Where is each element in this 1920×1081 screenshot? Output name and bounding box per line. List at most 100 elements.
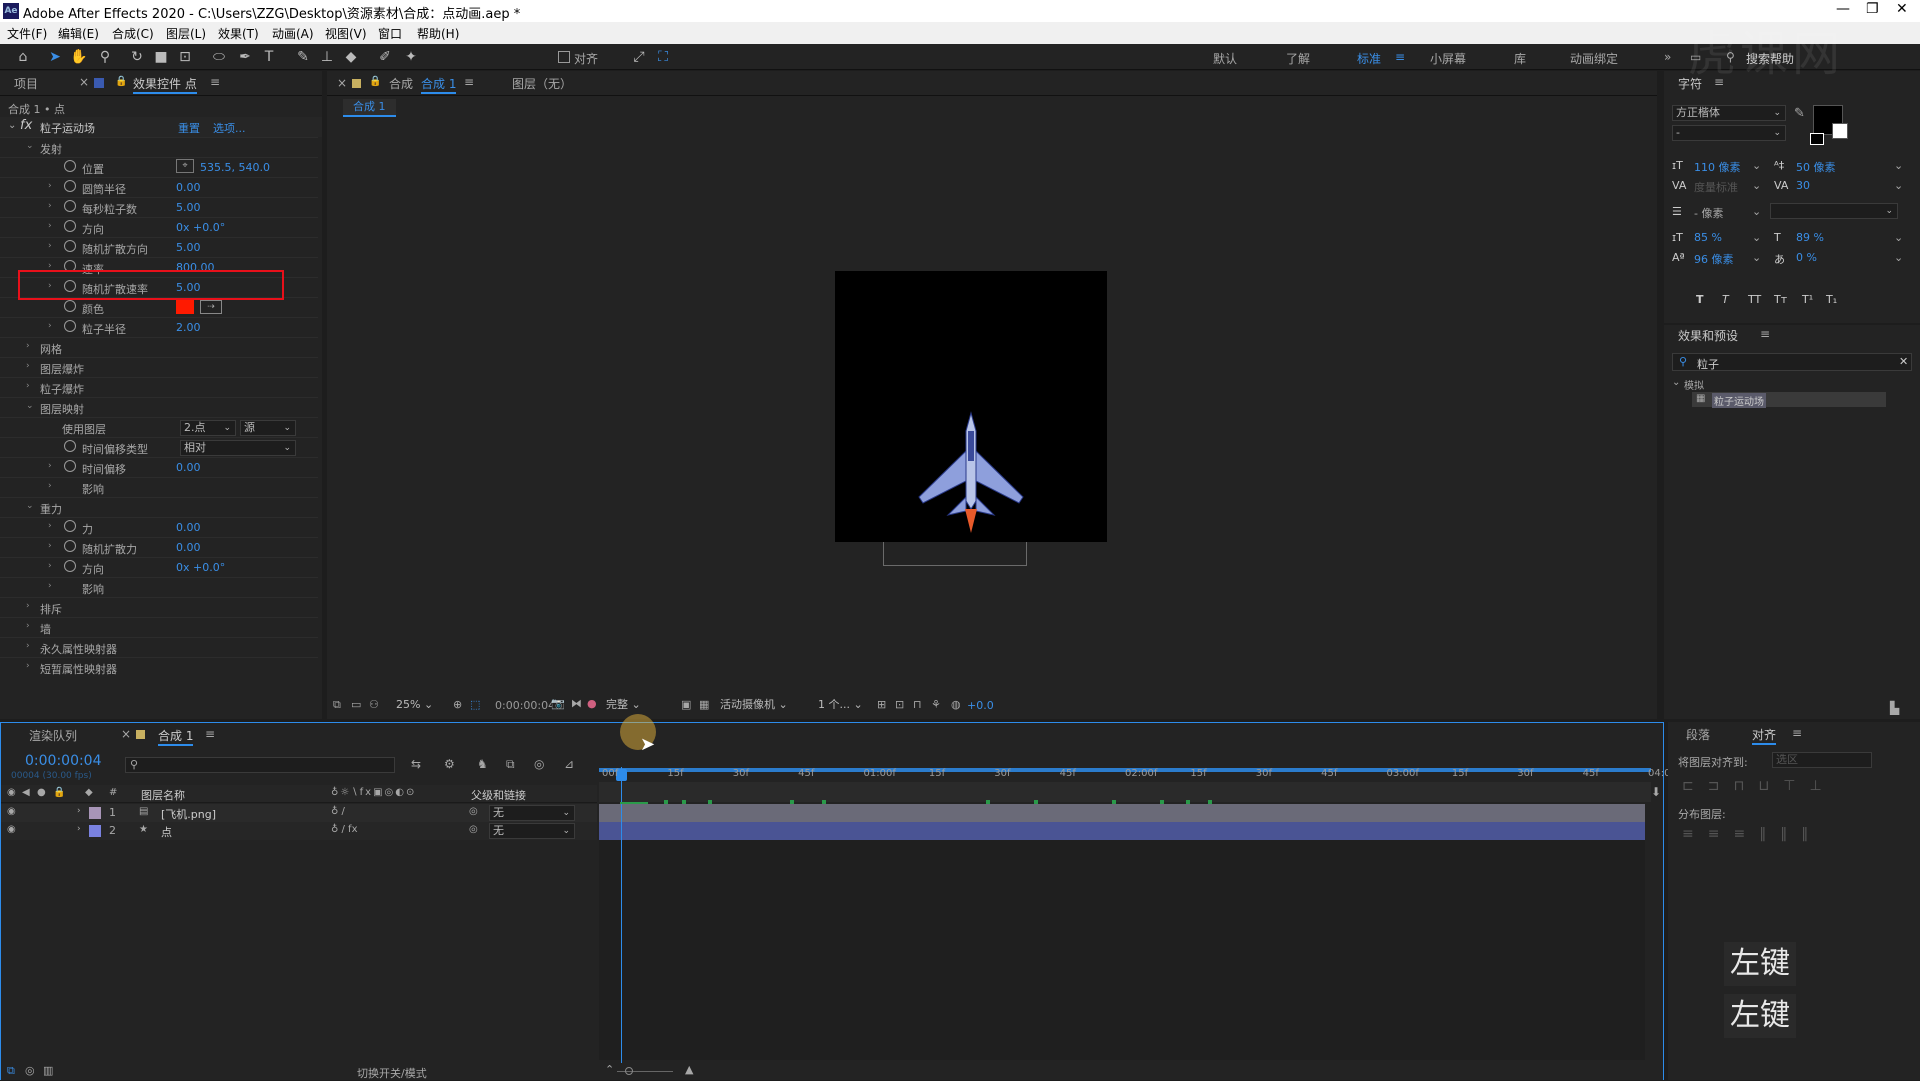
stopwatch-icon[interactable] bbox=[64, 520, 76, 532]
effect-property-row[interactable]: ⌄ 图层映射 bbox=[0, 397, 318, 417]
camera-tool-icon[interactable]: ■ bbox=[152, 48, 170, 66]
eyedropper-icon[interactable]: ✎ bbox=[1794, 106, 1805, 121]
property-value[interactable]: 2.00 bbox=[176, 321, 201, 334]
puppet-tool-icon[interactable]: ✦ bbox=[402, 48, 420, 66]
font-size-dropdown-icon[interactable]: ⌄ bbox=[1752, 159, 1761, 172]
stopwatch-icon[interactable] bbox=[64, 160, 76, 172]
menu-window[interactable]: 窗口 bbox=[378, 25, 402, 42]
horizontal-scale-value[interactable]: 89 % bbox=[1796, 231, 1824, 244]
reset-link[interactable]: 重置 bbox=[178, 120, 200, 136]
position-target-icon[interactable]: ⌖ bbox=[176, 159, 194, 173]
horizontal-scale-dropdown-icon[interactable]: ⌄ bbox=[1894, 231, 1903, 244]
color-swatch[interactable] bbox=[176, 300, 194, 314]
all-caps-button[interactable]: TT bbox=[1748, 293, 1761, 306]
effect-property-row[interactable]: › 粒子爆炸 bbox=[0, 377, 318, 397]
channel-icon[interactable]: ● bbox=[587, 697, 597, 710]
layer-search-input[interactable]: ⚲ bbox=[125, 757, 395, 773]
stroke-color-swatch[interactable] bbox=[1832, 123, 1848, 139]
align-checkbox[interactable] bbox=[558, 51, 570, 63]
twirl-icon[interactable]: › bbox=[26, 601, 30, 611]
clear-search-icon[interactable]: ✕ bbox=[1899, 355, 1908, 368]
effect-list-item[interactable]: ▦ 粒子运动场 bbox=[1692, 392, 1886, 408]
effect-property-row[interactable]: › 随机扩散方向 5.00 bbox=[0, 237, 318, 257]
shy-layers-icon[interactable]: ♞ bbox=[477, 757, 488, 771]
panel-menu-icon[interactable]: ≡ bbox=[1760, 327, 1770, 341]
align-buttons[interactable]: ⊏⊐⊓⊔⊤⊥ bbox=[1682, 778, 1836, 794]
stopwatch-icon[interactable] bbox=[64, 240, 76, 252]
layer-name[interactable]: 点 bbox=[161, 824, 172, 840]
tab-paragraph[interactable]: 段落 bbox=[1686, 726, 1710, 743]
twirl-icon[interactable]: › bbox=[26, 361, 30, 371]
twirl-icon[interactable]: › bbox=[48, 461, 52, 471]
twirl-icon[interactable]: › bbox=[48, 241, 52, 251]
stopwatch-icon[interactable] bbox=[64, 180, 76, 192]
effect-property-row[interactable]: › 力 0.00 bbox=[0, 517, 318, 537]
twirl-icon[interactable]: › bbox=[48, 561, 52, 571]
property-value[interactable]: 0x +0.0° bbox=[176, 561, 225, 574]
brush-tool-icon[interactable]: ✎ bbox=[294, 48, 312, 66]
effect-property-row[interactable]: › 永久属性映射器 bbox=[0, 637, 318, 657]
small-caps-button[interactable]: Tт bbox=[1774, 293, 1787, 306]
panel-menu-icon[interactable]: ≡ bbox=[1792, 726, 1802, 740]
effect-property-row[interactable]: 颜色 ⇢ bbox=[0, 297, 318, 317]
layer-name[interactable]: [飞机.png] bbox=[161, 806, 216, 822]
type-tool-icon[interactable]: T bbox=[260, 48, 278, 66]
effect-property-row[interactable]: › 圆筒半径 0.00 bbox=[0, 177, 318, 197]
twirl-icon[interactable]: › bbox=[48, 181, 52, 191]
timeline-current-time[interactable]: 0:00:00:04 bbox=[25, 753, 102, 769]
visibility-eye-icon[interactable]: ◉ bbox=[7, 824, 16, 835]
quality-dropdown[interactable]: 完整 ⌄ bbox=[603, 698, 673, 714]
new-folder-icon[interactable]: ▙ bbox=[1890, 701, 1899, 715]
twirl-icon[interactable]: › bbox=[48, 541, 52, 551]
tab-project[interactable]: 项目 bbox=[14, 75, 38, 92]
effect-property-row[interactable]: › 网格 bbox=[0, 337, 318, 357]
tracking-dropdown-icon[interactable]: ⌄ bbox=[1894, 179, 1903, 192]
font-style-dropdown[interactable]: - ⌄ bbox=[1672, 125, 1786, 141]
layer-bar-1[interactable] bbox=[599, 804, 1645, 822]
stopwatch-icon[interactable] bbox=[64, 540, 76, 552]
snap-icon[interactable]: ⤢ bbox=[630, 48, 648, 66]
show-snapshot-icon[interactable]: ⧓ bbox=[571, 697, 582, 710]
menu-layer[interactable]: 图层(L) bbox=[166, 25, 206, 42]
region-icon[interactable]: ▣ bbox=[681, 698, 691, 711]
always-preview-icon[interactable]: ⧉ bbox=[333, 698, 341, 712]
effect-property-row[interactable]: 位置 ⌖ 535.5, 540.0 bbox=[0, 157, 318, 177]
timeline-layer-row[interactable]: ◉ › 2 ★ 点 ♁ / fx ◎ 无 ⌄ bbox=[1, 822, 597, 840]
stopwatch-icon[interactable] bbox=[64, 560, 76, 572]
eyedropper-icon[interactable]: ⇢ bbox=[200, 300, 222, 314]
frame-blending-icon[interactable]: ⧉ bbox=[506, 757, 515, 772]
zoom-tool-icon[interactable]: ⚲ bbox=[96, 48, 114, 66]
baseline-value[interactable]: 96 像素 bbox=[1694, 251, 1734, 267]
workspace-animation-rig[interactable]: 动画绑定 bbox=[1570, 50, 1618, 67]
property-value[interactable]: 5.00 bbox=[176, 241, 201, 254]
tsume-value[interactable]: 0 % bbox=[1796, 251, 1817, 264]
reset-exposure-icon[interactable]: ◍ bbox=[951, 698, 961, 711]
effect-property-row[interactable]: › 图层爆炸 bbox=[0, 357, 318, 377]
render-time-icon[interactable]: ◎ bbox=[25, 1064, 35, 1077]
time-offset-type-dropdown[interactable]: 相对 ⌄ bbox=[180, 440, 296, 456]
effect-property-row[interactable]: ⌄ 发射 bbox=[0, 137, 318, 157]
vertical-scale-value[interactable]: 85 % bbox=[1694, 231, 1722, 244]
stopwatch-icon[interactable] bbox=[64, 300, 76, 312]
timeline-layer-row[interactable]: ◉ › 1 ▤ [飞机.png] ♁ / ◎ 无 ⌄ bbox=[1, 804, 597, 822]
font-size-value[interactable]: 110 像素 bbox=[1694, 159, 1741, 175]
twirl-icon[interactable]: ⌄ bbox=[26, 501, 34, 511]
eraser-tool-icon[interactable]: ◆ bbox=[342, 48, 360, 66]
frame-icon[interactable]: ▥ bbox=[43, 1064, 53, 1077]
transparency-icon[interactable]: ▦ bbox=[699, 698, 709, 711]
parent-dropdown[interactable]: 无 ⌄ bbox=[489, 823, 575, 839]
faux-bold-button[interactable]: T bbox=[1696, 293, 1704, 306]
layer-label-color[interactable] bbox=[89, 807, 101, 819]
category-twirl-icon[interactable]: ⌄ bbox=[1672, 377, 1680, 388]
effect-property-row[interactable]: › 粒子半径 2.00 bbox=[0, 317, 318, 337]
stamp-tool-icon[interactable]: ⊥ bbox=[318, 48, 336, 66]
workspace-library[interactable]: 库 bbox=[1514, 50, 1526, 67]
tab-layer[interactable]: 图层（无） bbox=[512, 75, 572, 92]
effect-property-row[interactable]: 时间偏移类型 相对 ⌄ bbox=[0, 437, 318, 457]
leading-value[interactable]: 50 像素 bbox=[1796, 159, 1836, 175]
twirl-icon[interactable]: › bbox=[26, 621, 30, 631]
resolution-icon[interactable]: ⬚ bbox=[470, 698, 480, 711]
category-simulation[interactable]: 模拟 bbox=[1684, 377, 1704, 392]
twirl-icon[interactable]: › bbox=[26, 641, 30, 651]
black-swatch-icon[interactable] bbox=[1810, 133, 1824, 145]
